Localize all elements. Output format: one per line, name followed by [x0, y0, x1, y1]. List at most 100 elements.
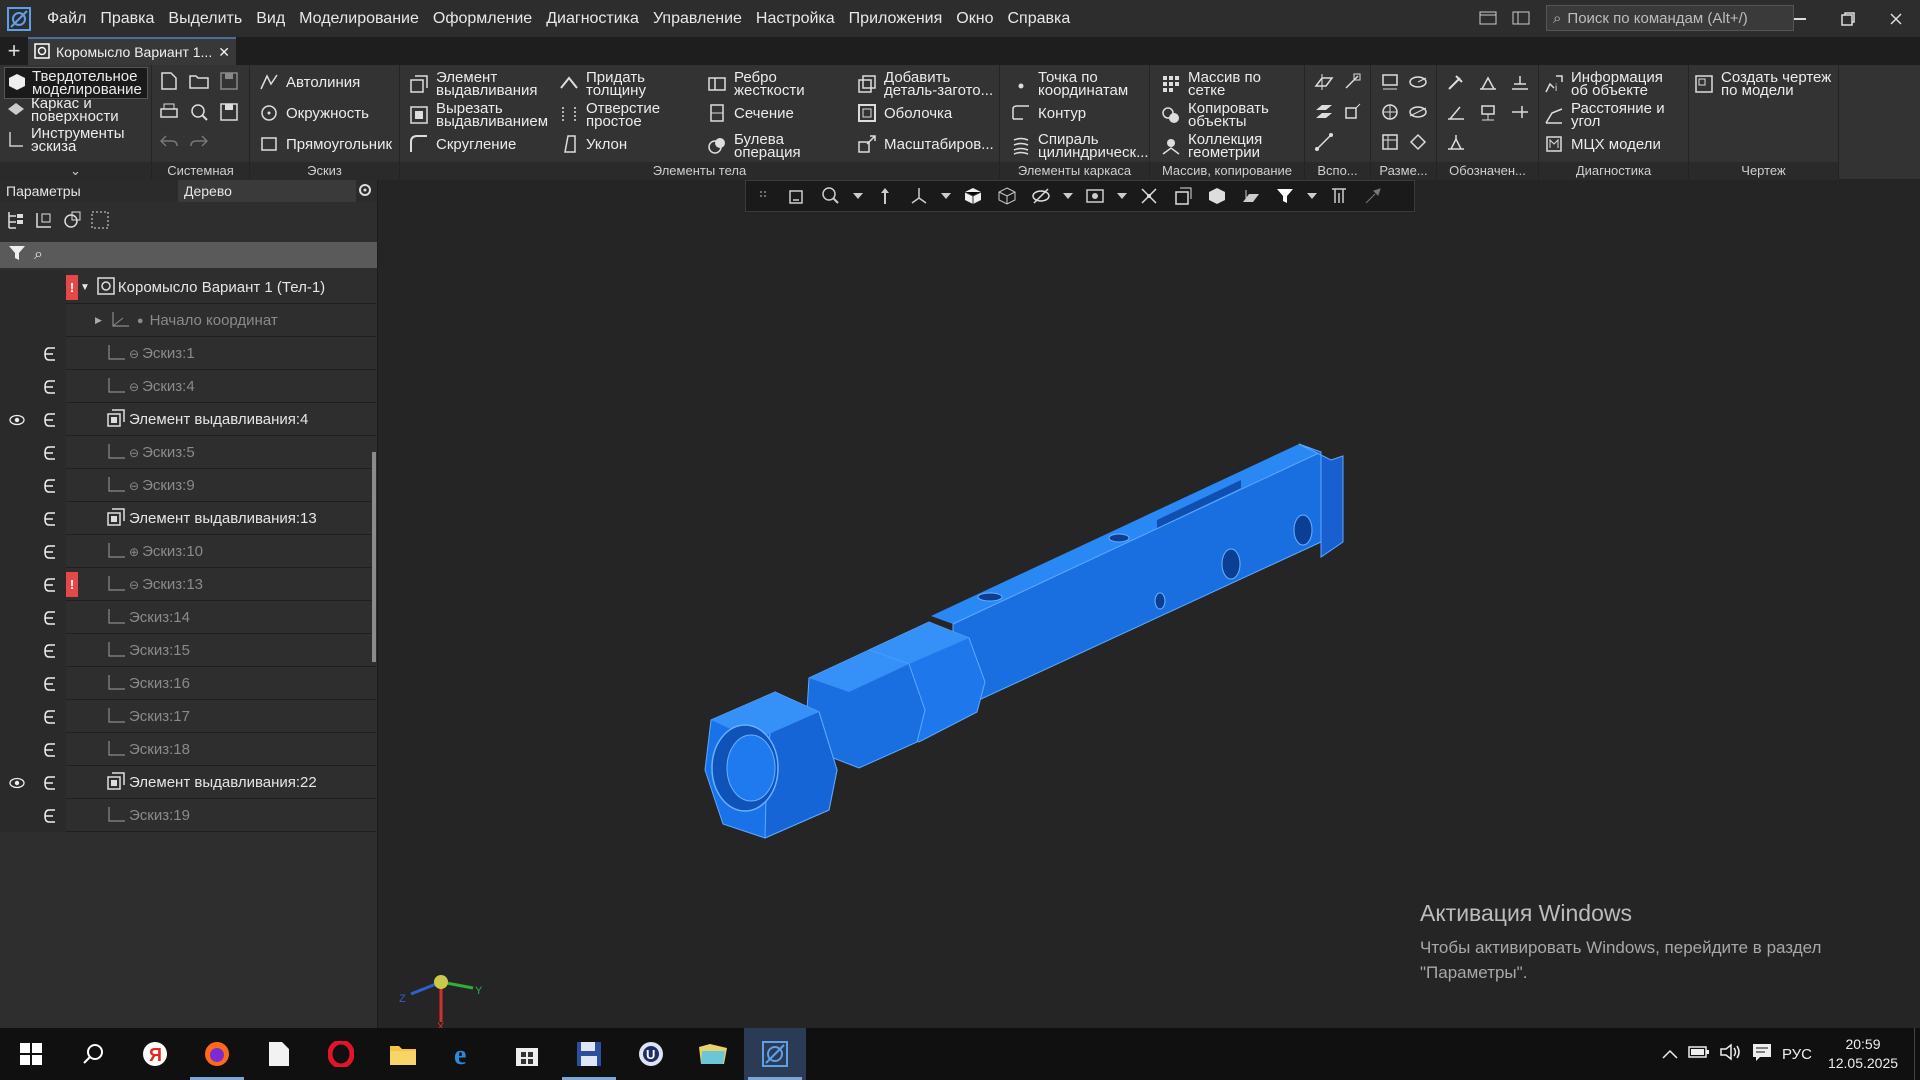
filter-icon[interactable]	[1268, 181, 1302, 211]
copy-objects-button[interactable]: Копировать объекты	[1160, 101, 1278, 129]
save-all-icon[interactable]	[216, 99, 242, 125]
tree-row[interactable]: Эскиз:19	[0, 799, 376, 832]
tree-row[interactable]: ! ⊖ Эскиз:13	[0, 568, 376, 601]
membership-icon[interactable]	[34, 370, 66, 403]
tree-row[interactable]: ! ▼ Коромысло Вариант 1 (Тел-1)	[0, 271, 376, 304]
filter-icon[interactable]	[8, 244, 26, 267]
menu-item[interactable]: Приложения	[842, 0, 950, 37]
tree-row[interactable]: Элемент выдавливания:13	[0, 502, 376, 535]
contour-button[interactable]: Контур	[1010, 102, 1086, 124]
boolean-button[interactable]: Булева операция	[706, 132, 814, 160]
tree-row[interactable]: Эскиз:14	[0, 601, 376, 634]
weld-icon[interactable]	[1507, 69, 1533, 95]
offset-plane-icon[interactable]	[1311, 99, 1337, 125]
collapse-arrow-icon[interactable]: ▶	[95, 315, 102, 326]
hide-icon[interactable]	[1024, 181, 1058, 211]
kompas-3d-icon[interactable]	[744, 1028, 806, 1080]
point-coords-button[interactable]: Точка по координатам	[1010, 70, 1138, 98]
pan-icon[interactable]	[868, 181, 902, 211]
yandex-browser-icon[interactable]: Я	[124, 1028, 186, 1080]
scale-button[interactable]: Масштабиров...	[856, 133, 994, 155]
hide-dropdown-icon[interactable]	[1058, 181, 1078, 211]
lcs-icon[interactable]	[1339, 99, 1365, 125]
display-dropdown-icon[interactable]	[1112, 181, 1132, 211]
perspective-icon[interactable]	[1200, 181, 1234, 211]
open-folder-icon[interactable]	[186, 68, 212, 94]
chevron-up-icon[interactable]	[1662, 1046, 1678, 1063]
thicken-button[interactable]: Придать толщину	[558, 70, 666, 98]
plane-display-icon[interactable]	[1234, 181, 1268, 211]
gear-icon[interactable]	[357, 182, 373, 201]
document-tab[interactable]: Коромысло Вариант 1... ✕	[28, 37, 236, 65]
close-tab-icon[interactable]: ✕	[218, 44, 230, 61]
draft-button[interactable]: Уклон	[558, 133, 627, 155]
geometry-collection-button[interactable]: Коллекция геометрии	[1160, 132, 1278, 160]
save-icon[interactable]	[216, 68, 242, 94]
tab-parameters[interactable]: Параметры	[0, 180, 178, 202]
tree-row[interactable]: ⊖ Эскиз:1	[0, 337, 376, 370]
clock[interactable]: 20:59 12.05.2025	[1822, 1035, 1904, 1073]
membership-icon[interactable]	[34, 337, 66, 370]
tree-row[interactable]: ▶ ● Начало координат	[0, 304, 376, 337]
tree-row[interactable]: ⊕ Эскиз:10	[0, 535, 376, 568]
tree-history-icon[interactable]	[34, 210, 54, 235]
tree-structure-icon[interactable]	[6, 210, 26, 235]
opera-icon[interactable]	[310, 1028, 372, 1080]
tolerance-icon[interactable]	[1475, 99, 1501, 125]
print-icon[interactable]	[156, 99, 182, 125]
membership-icon[interactable]	[34, 469, 66, 502]
orientation-dropdown-icon[interactable]	[936, 181, 956, 211]
menu-item[interactable]: Файл	[40, 0, 93, 37]
autoline-button[interactable]: Автолиния	[258, 71, 360, 93]
menu-item[interactable]: Правка	[93, 0, 161, 37]
radial-dim-icon[interactable]	[1405, 69, 1431, 95]
tree-scrollbar[interactable]	[372, 452, 376, 662]
eyedropper-icon[interactable]	[1356, 181, 1390, 211]
menu-item[interactable]: Выделить	[161, 0, 249, 37]
object-info-button[interactable]: i Информация об объекте	[1543, 70, 1671, 98]
new-file-icon[interactable]	[156, 68, 182, 94]
tree-row[interactable]: Эскиз:15	[0, 634, 376, 667]
zoom-dropdown-icon[interactable]	[848, 181, 868, 211]
modes-expand-icon[interactable]: ⌄	[0, 162, 151, 180]
membership-icon[interactable]	[34, 766, 66, 799]
menu-item[interactable]: Настройка	[749, 0, 842, 37]
membership-icon[interactable]	[34, 403, 66, 436]
rectangle-button[interactable]: Прямоугольник	[258, 133, 392, 155]
unreal-icon[interactable]: U	[620, 1028, 682, 1080]
angle-dim-icon[interactable]	[1377, 99, 1403, 125]
menu-item[interactable]: Вид	[249, 0, 292, 37]
axis-icon[interactable]	[1339, 69, 1365, 95]
menu-item[interactable]: Моделирование	[292, 0, 426, 37]
close-window-button[interactable]	[1872, 0, 1920, 37]
membership-icon[interactable]	[34, 667, 66, 700]
cut-line-icon[interactable]	[1443, 129, 1469, 155]
constraints-icon[interactable]	[1132, 181, 1166, 211]
error-marker-icon[interactable]: !	[66, 572, 78, 597]
linear-dim-icon[interactable]	[1377, 69, 1403, 95]
extrude-button[interactable]: Элемент выдавливания	[408, 70, 546, 98]
membership-icon[interactable]	[34, 634, 66, 667]
app-logo-icon[interactable]	[4, 4, 34, 34]
tree-bodies-icon[interactable]	[62, 210, 82, 235]
tree-row[interactable]: Элемент выдавливания:4	[0, 403, 376, 436]
restore-button[interactable]	[1824, 0, 1872, 37]
tree-select-icon[interactable]	[90, 210, 110, 235]
edge-icon[interactable]: e	[434, 1028, 496, 1080]
hole-button[interactable]: Отверстие простое	[558, 101, 666, 129]
firefox-icon[interactable]	[186, 1028, 248, 1080]
windows-start-icon[interactable]	[0, 1028, 62, 1080]
preview-icon[interactable]	[186, 99, 212, 125]
undo-icon[interactable]	[156, 129, 182, 155]
membership-icon[interactable]	[34, 502, 66, 535]
volume-icon[interactable]	[1720, 1043, 1742, 1065]
distance-angle-button[interactable]: Расстояние и угол	[1543, 101, 1671, 129]
spiral-button[interactable]: Спираль цилиндрическ...	[1010, 132, 1150, 160]
fillet-button[interactable]: Скругление	[408, 133, 516, 155]
tree-row[interactable]: Эскиз:17	[0, 700, 376, 733]
wireframe-view-icon[interactable]	[990, 181, 1024, 211]
error-marker-icon[interactable]: !	[66, 275, 78, 300]
eye-icon[interactable]	[0, 403, 34, 436]
notifications-icon[interactable]	[1752, 1043, 1772, 1065]
battery-icon[interactable]	[1688, 1045, 1710, 1063]
